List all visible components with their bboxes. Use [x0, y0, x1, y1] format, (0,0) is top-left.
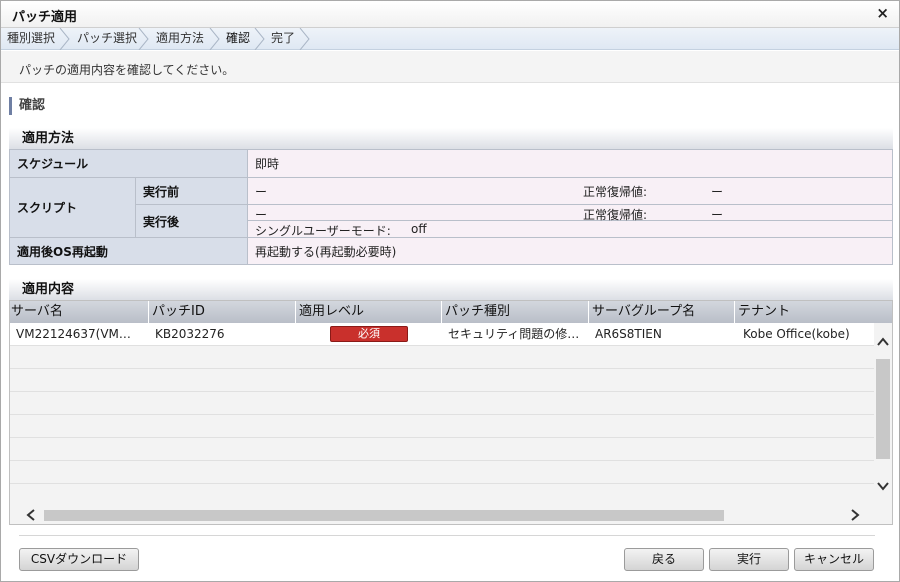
single-user-value: off [411, 222, 427, 236]
execute-button[interactable]: 実行 [709, 548, 789, 571]
step-type-select: 種別選択 [7, 31, 56, 45]
close-icon[interactable]: × [876, 4, 889, 22]
chevron-down-icon[interactable] [877, 479, 889, 495]
script-label: スクリプト [9, 177, 136, 238]
back-button[interactable]: 戻る [624, 548, 704, 571]
chevron-left-icon[interactable] [26, 509, 36, 524]
post-script-cell: ー 正常復帰値: ー シングルユーザーモード: off [247, 204, 893, 238]
grid-header: サーバ名 パッチID 適用レベル パッチ種別 サーバグループ名 テナント [10, 301, 892, 323]
post-script-label: 実行後 [135, 204, 248, 238]
cell-apply-level: 必須 [296, 323, 442, 345]
pre-script-value: ー [255, 185, 268, 199]
step-apply-method: 適用方法 [156, 31, 205, 45]
col-patch-id[interactable]: パッチID [149, 301, 296, 323]
pre-rc-label: 正常復帰値: [583, 185, 648, 199]
table-row-empty [10, 369, 876, 392]
patch-grid: サーバ名 パッチID 適用レベル パッチ種別 サーバグループ名 テナント VM2… [9, 300, 893, 525]
step-chevron-icon [254, 28, 266, 50]
single-user-label: シングルユーザーモード: [255, 224, 391, 238]
status-badge: 必須 [330, 326, 408, 342]
step-chevron-icon [299, 28, 311, 50]
col-server-name[interactable]: サーバ名 [10, 301, 149, 323]
window-title: パッチ適用 [12, 10, 78, 25]
footer-divider [19, 535, 875, 536]
pre-script-cell: ー 正常復帰値: ー [247, 177, 893, 205]
step-chevron-icon [209, 28, 221, 50]
step-complete: 完了 [271, 31, 296, 45]
col-apply-level[interactable]: 適用レベル [296, 301, 442, 323]
apply-method-table: スケジュール 即時 スクリプト 実行前 ー 正常復帰値: ー 実行後 ー 正常復… [9, 149, 893, 265]
pre-script-label: 実行前 [135, 177, 248, 205]
cell-server-name: VM22124637(VM… [16, 327, 131, 341]
wizard-steps: 種別選択 パッチ選択 適用方法 確認 完了 [1, 28, 899, 50]
col-patch-type[interactable]: パッチ種別 [442, 301, 589, 323]
col-tenant[interactable]: テナント [735, 301, 892, 323]
table-row-empty [10, 346, 876, 369]
cancel-button[interactable]: キャンセル [794, 548, 874, 571]
table-row-empty [10, 415, 876, 438]
instruction-text: パッチの適用内容を確認してください。 [19, 63, 235, 77]
cell-server-group: AR6S8TIEN [595, 327, 662, 341]
apply-method-heading: 適用方法 [9, 128, 893, 149]
step-chevron-icon [59, 28, 71, 50]
chevron-up-icon[interactable] [877, 335, 889, 351]
table-row[interactable]: VM22124637(VM… KB2032276 必須 セキュリティ問題の修… … [10, 323, 876, 346]
csv-download-button[interactable]: CSVダウンロード [19, 548, 139, 571]
cell-tenant: Kobe Office(kobe) [743, 327, 850, 341]
col-server-group[interactable]: サーバグループ名 [589, 301, 735, 323]
instruction-bar: パッチの適用内容を確認してください。 [1, 51, 899, 83]
step-patch-select: パッチ選択 [77, 31, 138, 45]
horizontal-scroll-thumb[interactable] [44, 510, 724, 521]
pre-rc-value: ー [711, 185, 724, 199]
title-bar: パッチ適用 × [1, 1, 899, 28]
schedule-value: 即時 [247, 149, 893, 178]
table-row-empty [10, 438, 876, 461]
reboot-value: 再起動する(再起動必要時) [247, 237, 893, 265]
step-confirm: 確認 [226, 31, 251, 45]
cell-patch-id: KB2032276 [155, 327, 225, 341]
section-title: 確認 [9, 97, 45, 115]
vertical-scroll-thumb[interactable] [876, 359, 890, 459]
chevron-right-icon[interactable] [850, 509, 860, 524]
patch-apply-dialog: パッチ適用 × 種別選択 パッチ選択 適用方法 確認 完了 パッチの適用内容を確… [0, 0, 900, 582]
cell-patch-type: セキュリティ問題の修… [448, 327, 580, 341]
schedule-label: スケジュール [9, 149, 248, 178]
step-chevron-icon [138, 28, 150, 50]
apply-content-heading: 適用内容 [9, 279, 893, 300]
vertical-scrollbar[interactable] [874, 323, 892, 524]
reboot-label: 適用後OS再起動 [9, 237, 248, 265]
table-row-empty [10, 461, 876, 484]
table-row-empty [10, 392, 876, 415]
horizontal-scrollbar[interactable] [10, 504, 876, 524]
